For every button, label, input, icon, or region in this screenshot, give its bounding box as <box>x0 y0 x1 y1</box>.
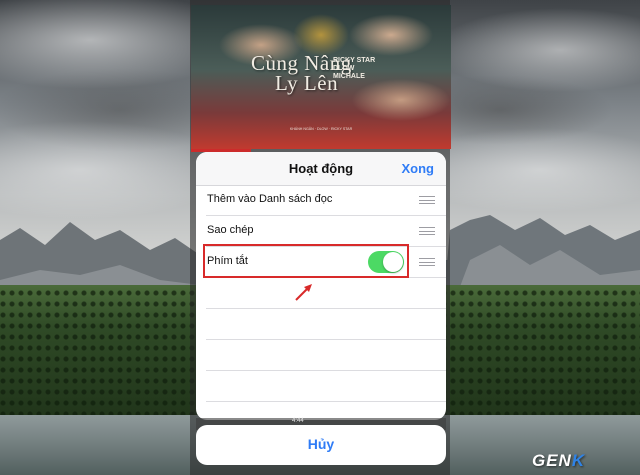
album-credits: KHÁNH NGÂN · DLOW · RICKY STAR <box>289 127 353 131</box>
empty-row <box>196 278 446 309</box>
empty-row <box>196 371 446 402</box>
album-artwork: Cùng Nâng Ly Lên RICKY STAR DLOW MICHALE… <box>191 5 451 149</box>
genk-watermark-logo: GENK <box>532 451 586 470</box>
cancel-label: Hủy <box>307 436 335 452</box>
annotation-arrow-icon <box>295 284 312 301</box>
reorder-handle-icon[interactable] <box>419 196 435 204</box>
album-artists: RICKY STAR DLOW MICHALE <box>333 57 376 80</box>
activity-row-label: Sao chép <box>207 224 254 236</box>
empty-row <box>196 309 446 340</box>
done-button[interactable]: Xong <box>402 161 435 176</box>
empty-row <box>196 340 446 371</box>
playback-time: 4:44 <box>292 418 304 424</box>
activity-sheet-header: Hoạt động Xong <box>196 152 446 186</box>
reorder-handle-icon[interactable] <box>419 227 435 235</box>
activity-sheet: Hoạt động Xong Thêm vào Danh sách đọc Sa… <box>196 152 446 420</box>
activity-row-reading-list[interactable]: Thêm vào Danh sách đọc <box>196 185 446 216</box>
highlight-box <box>203 244 409 278</box>
cancel-button[interactable]: Hủy <box>196 425 446 465</box>
reorder-handle-icon[interactable] <box>419 258 435 266</box>
activity-row-copy[interactable]: Sao chép <box>196 216 446 247</box>
activity-row-label: Thêm vào Danh sách đọc <box>207 193 333 205</box>
